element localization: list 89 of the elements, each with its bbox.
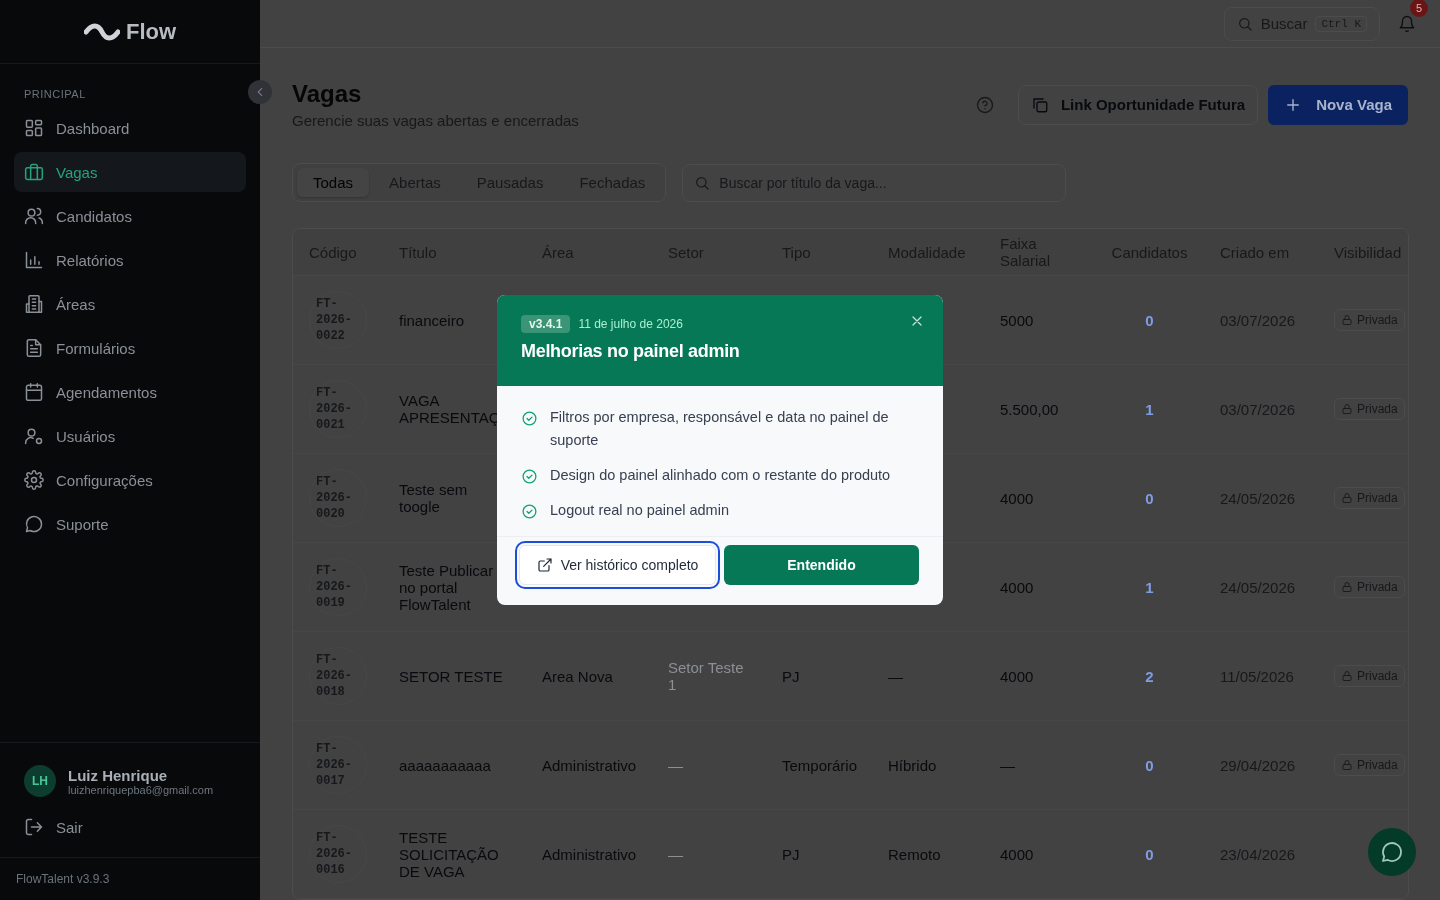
candidate-count: 0 bbox=[1144, 311, 1155, 329]
candidate-count: 2 bbox=[1144, 667, 1155, 685]
help-icon bbox=[975, 95, 994, 114]
check-circle-icon bbox=[521, 468, 538, 485]
users-icon bbox=[24, 206, 44, 226]
user-name: Luiz Henrique bbox=[68, 766, 169, 784]
user-gear-icon bbox=[24, 426, 44, 446]
nav-item[interactable]: Agendamentos bbox=[14, 372, 246, 412]
table-cell-text: — bbox=[667, 845, 684, 863]
table-cell-text: 4000 bbox=[999, 489, 1035, 507]
lock-icon bbox=[1341, 759, 1353, 771]
release-note: Logout real no painel admin bbox=[550, 501, 729, 520]
table-cell-text: Area Nova bbox=[541, 667, 614, 685]
wave-logo-icon bbox=[83, 21, 120, 42]
briefcase-icon bbox=[24, 162, 44, 182]
nav-item[interactable]: Formulários bbox=[14, 328, 246, 368]
lock-icon bbox=[1341, 492, 1353, 504]
dialog-title: Melhorias no painel admin bbox=[521, 341, 741, 362]
table-cell-text: TESTE SOLICITAÇÃO DE VAGA bbox=[398, 828, 500, 880]
confirm-button[interactable]: Entendido bbox=[724, 545, 919, 585]
lock-icon bbox=[1341, 581, 1353, 593]
table-cell-text: PJ bbox=[781, 845, 801, 863]
table-cell-text: — bbox=[887, 667, 904, 685]
calendar-icon bbox=[24, 382, 44, 402]
nav-item[interactable]: Dashboard bbox=[14, 108, 246, 148]
table-cell-text: Remoto bbox=[887, 845, 942, 863]
new-job-button[interactable]: Nova Vaga bbox=[1268, 84, 1408, 125]
building-icon bbox=[24, 294, 44, 314]
section-label: PRINCIPAL bbox=[23, 87, 87, 102]
table-cell-text: financeiro bbox=[398, 311, 466, 329]
logout-button[interactable]: Sair bbox=[0, 807, 260, 857]
check-circle-icon bbox=[521, 410, 538, 427]
grid-icon bbox=[24, 118, 44, 138]
user-email: luizhenriquepba6@gmail.com bbox=[68, 783, 214, 796]
table-cell-text: Teste Publicar no portal FlowTalent bbox=[398, 561, 495, 613]
table-cell-text: — bbox=[667, 756, 684, 774]
nav-item[interactable]: Usuários bbox=[14, 416, 246, 456]
candidate-count: 0 bbox=[1144, 845, 1155, 863]
settings-icon bbox=[24, 470, 44, 490]
check-circle-icon bbox=[521, 503, 538, 520]
chat-bubble-icon bbox=[24, 514, 44, 534]
table-cell-text: 4000 bbox=[999, 667, 1035, 685]
nav-item[interactable]: Vagas bbox=[14, 152, 246, 192]
table-cell-text: — bbox=[999, 756, 1016, 774]
release-date: 11 de julho de 2026 bbox=[578, 317, 683, 331]
table-cell-text: Híbrido bbox=[887, 756, 938, 774]
copy-icon bbox=[1030, 95, 1049, 114]
nav-item[interactable]: Áreas bbox=[14, 284, 246, 324]
candidate-count: 0 bbox=[1144, 489, 1155, 507]
table-cell-text: 4000 bbox=[999, 578, 1035, 596]
chat-bubble-icon bbox=[1380, 840, 1404, 864]
candidate-count: 1 bbox=[1144, 400, 1155, 418]
table-cell-text: SETOR TESTE bbox=[398, 667, 504, 685]
page-title: Vagas bbox=[292, 80, 363, 108]
lock-icon bbox=[1341, 403, 1353, 415]
table-cell-text: Teste sem toogle bbox=[398, 481, 469, 515]
bar-chart-icon bbox=[24, 250, 44, 270]
nav-item[interactable]: Configurações bbox=[14, 460, 246, 500]
notification-badge: 5 bbox=[1410, 0, 1428, 17]
candidate-count: 1 bbox=[1144, 578, 1155, 596]
nav-item[interactable]: Relatórios bbox=[14, 240, 246, 280]
lock-icon bbox=[1341, 670, 1353, 682]
table-cell-text: Administrativo bbox=[541, 756, 638, 774]
candidate-count: 0 bbox=[1144, 756, 1155, 774]
user-avatar: LH bbox=[24, 765, 56, 797]
search-icon bbox=[1236, 15, 1253, 32]
lock-icon bbox=[1341, 314, 1353, 326]
table-cell-text: 4000 bbox=[999, 845, 1035, 863]
collapse-button[interactable] bbox=[248, 80, 272, 104]
logout-icon bbox=[24, 817, 44, 837]
external-link-icon bbox=[536, 557, 553, 573]
table-cell-text: VAGA APRESENTAÇ bbox=[398, 392, 501, 426]
release-note: Filtros por empresa, responsável e data no painel de suporte bbox=[550, 408, 890, 450]
document-icon bbox=[24, 338, 44, 358]
table-cell-text: 5.500,00 bbox=[999, 400, 1060, 418]
search-icon bbox=[694, 174, 711, 191]
app-version: FlowTalent v3.9.3 bbox=[0, 857, 260, 900]
table-cell-text: Temporário bbox=[781, 756, 859, 774]
version-tag: v3.4.1 bbox=[521, 315, 571, 333]
table-cell-text: 5000 bbox=[999, 311, 1035, 329]
nav-item[interactable]: Suporte bbox=[14, 504, 246, 544]
logo: Flow bbox=[0, 0, 260, 64]
table-cell-text: PJ bbox=[781, 667, 801, 685]
table-cell-text: aaaaaaaaaaa bbox=[398, 756, 492, 774]
table-cell-text: Setor Teste 1 bbox=[667, 659, 745, 693]
nav-item[interactable]: Candidatos bbox=[14, 196, 246, 236]
table-cell-text: Administrativo bbox=[541, 845, 638, 863]
release-note: Design do painel alinhado com o restante do produto bbox=[550, 466, 891, 485]
bell-icon bbox=[1398, 14, 1416, 33]
